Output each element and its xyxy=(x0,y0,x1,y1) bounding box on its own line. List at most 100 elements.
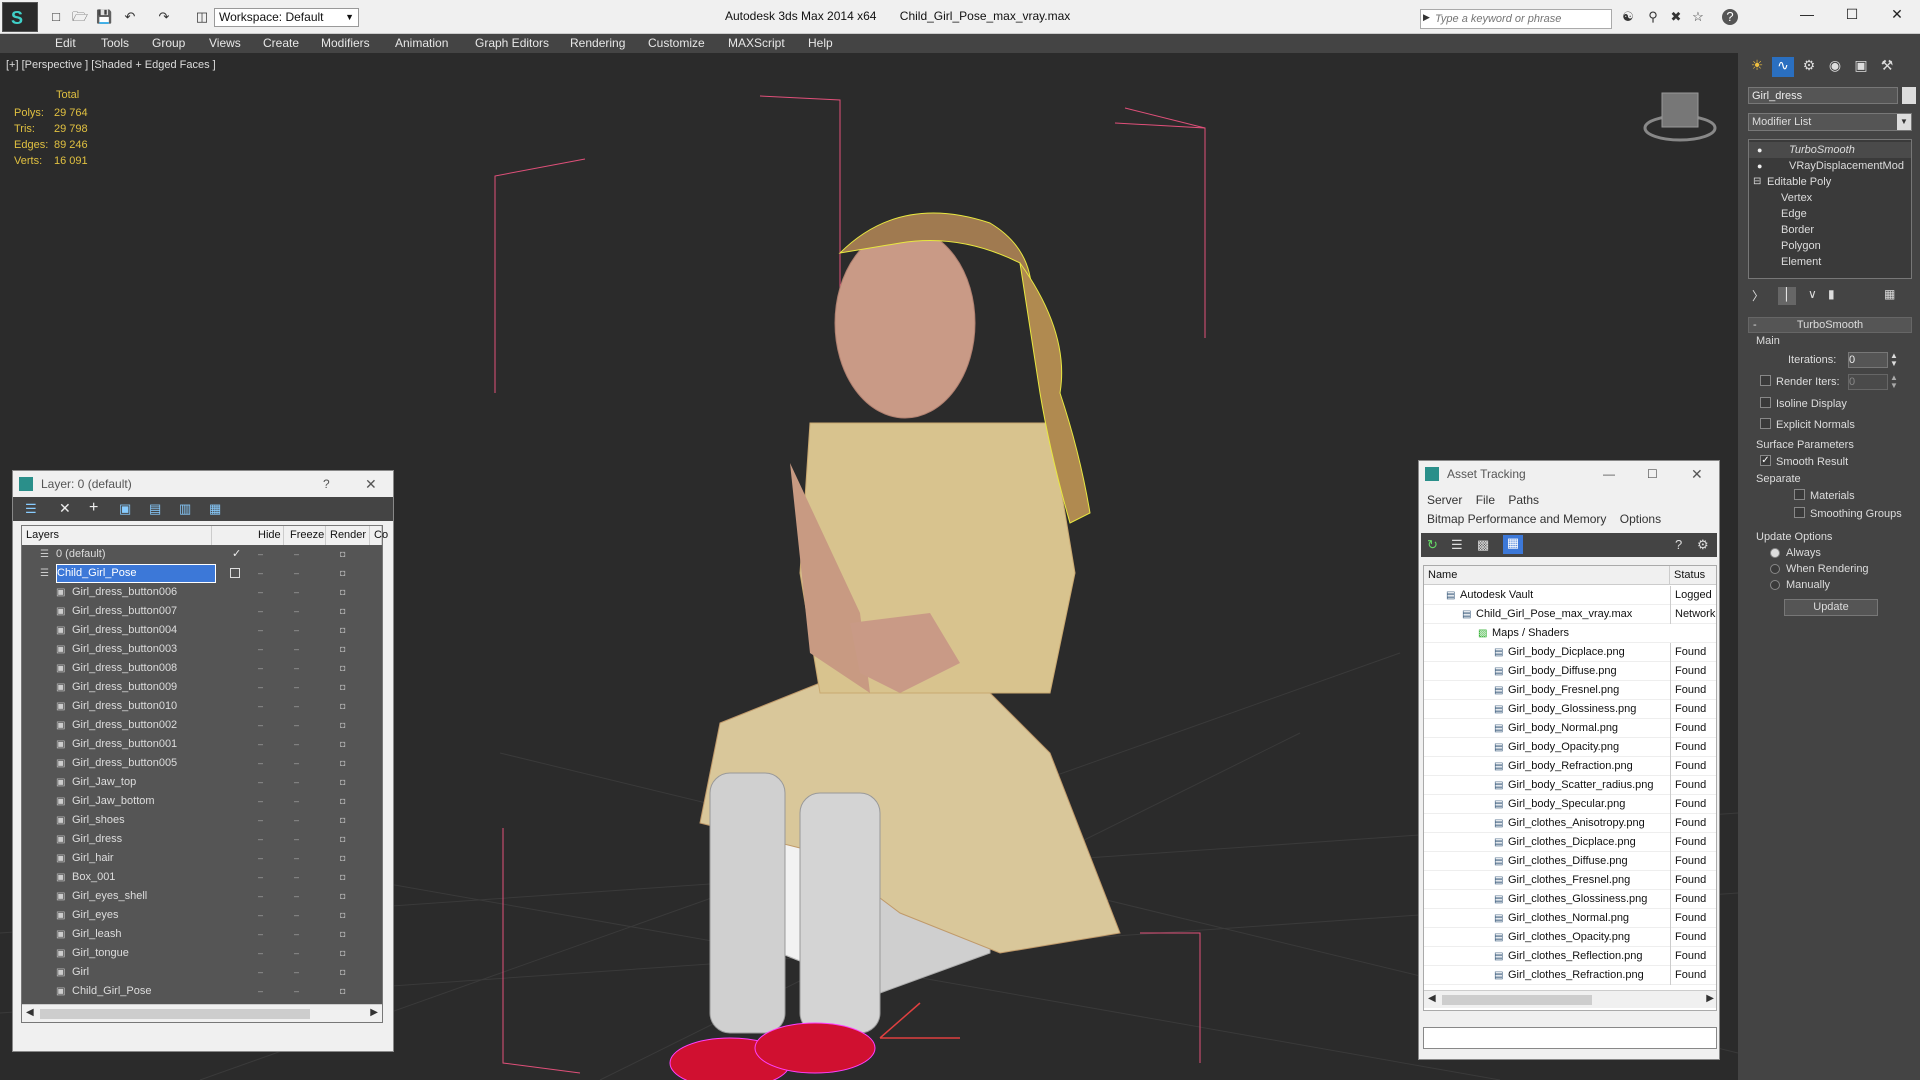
layer-row[interactable]: ▣ Girl_dress_button007 ‒ ‒ ◘ xyxy=(22,602,382,621)
freeze-toggle-icon[interactable]: ‒ xyxy=(294,887,299,906)
render-toggle-icon[interactable]: ◘ xyxy=(340,583,345,602)
asset-row[interactable]: ▤ Girl_body_Normal.png Found xyxy=(1424,719,1716,738)
hide-toggle-icon[interactable]: ‒ xyxy=(258,849,263,868)
app-logo-button[interactable]: S xyxy=(2,2,38,32)
asset-row[interactable]: ▧ Maps / Shaders xyxy=(1424,624,1716,643)
hide-toggle-icon[interactable]: ‒ xyxy=(258,583,263,602)
when-rendering-radio[interactable] xyxy=(1770,564,1780,574)
manually-radio[interactable] xyxy=(1770,580,1780,590)
always-radio[interactable] xyxy=(1770,548,1780,558)
menu-help[interactable]: Help xyxy=(808,36,833,50)
render-toggle-icon[interactable]: ◘ xyxy=(340,754,345,773)
render-toggle-icon[interactable]: ◘ xyxy=(340,811,345,830)
asset-hscroll-thumb[interactable] xyxy=(1442,995,1592,1005)
layer-hscroll[interactable]: ◀ ▶ xyxy=(22,1004,382,1022)
layer-row[interactable]: ▣ Girl_dress_button003 ‒ ‒ ◘ xyxy=(22,640,382,659)
col-hide[interactable]: Hide xyxy=(254,526,284,545)
asset-row[interactable]: ▤ Girl_body_Opacity.png Found xyxy=(1424,738,1716,757)
freeze-toggle-icon[interactable]: ‒ xyxy=(294,716,299,735)
render-toggle-icon[interactable]: ◘ xyxy=(340,621,345,640)
menu-create[interactable]: Create xyxy=(263,36,299,50)
asset-row[interactable]: ▤ Girl_clothes_Glossiness.png Found xyxy=(1424,890,1716,909)
asset-row[interactable]: ▤ Child_Girl_Pose_max_vray.max Network xyxy=(1424,605,1716,624)
asset-row[interactable]: ▤ Girl_clothes_Fresnel.png Found xyxy=(1424,871,1716,890)
hide-toggle-icon[interactable]: ‒ xyxy=(258,792,263,811)
asset-row[interactable]: ▤ Girl_clothes_Refraction.png Found xyxy=(1424,966,1716,985)
freeze-toggle-icon[interactable]: ‒ xyxy=(294,659,299,678)
remove-modifier-icon[interactable]: ▮ xyxy=(1828,287,1835,301)
close-button[interactable]: ✕ xyxy=(1885,6,1909,26)
modifier-list-dropdown[interactable]: Modifier List ▼ xyxy=(1748,113,1912,131)
render-toggle-icon[interactable]: ◘ xyxy=(340,792,345,811)
menu-views[interactable]: Views xyxy=(209,36,241,50)
asset-row[interactable]: ▤ Girl_body_Glossiness.png Found xyxy=(1424,700,1716,719)
modifier-stack-item[interactable]: ● VRayDisplacementMod xyxy=(1749,158,1911,174)
menu-edit[interactable]: Edit xyxy=(55,36,76,50)
asset-help-icon[interactable]: ? xyxy=(1675,537,1682,552)
asset-row[interactable]: ▤ Girl_clothes_Opacity.png Found xyxy=(1424,928,1716,947)
asset-row[interactable]: ▤ Girl_clothes_Anisotropy.png Found xyxy=(1424,814,1716,833)
layer-row[interactable]: ▣ Girl_dress_button008 ‒ ‒ ◘ xyxy=(22,659,382,678)
render-toggle-icon[interactable]: ◘ xyxy=(340,906,345,925)
explicit-normals-checkbox[interactable] xyxy=(1760,418,1771,429)
render-toggle-icon[interactable]: ◘ xyxy=(340,659,345,678)
render-toggle-icon[interactable]: ◘ xyxy=(340,678,345,697)
col-freeze[interactable]: Freeze xyxy=(286,526,326,545)
asset-menu-server[interactable]: Server xyxy=(1427,493,1462,507)
hide-toggle-icon[interactable]: ‒ xyxy=(258,887,263,906)
display-tab-icon[interactable]: ▣ xyxy=(1850,57,1872,77)
render-iters-spinner[interactable] xyxy=(1848,374,1888,390)
materials-checkbox[interactable] xyxy=(1794,489,1805,500)
freeze-toggle-icon[interactable]: ‒ xyxy=(294,640,299,659)
freeze-toggle-icon[interactable]: ‒ xyxy=(294,906,299,925)
rollout-header[interactable]: - TurboSmooth xyxy=(1748,317,1912,333)
layer-row[interactable]: ▣ Child_Girl_Pose ‒ ‒ ◘ xyxy=(22,982,382,1001)
asset-row[interactable]: ▤ Autodesk Vault Logged xyxy=(1424,586,1716,605)
layer-row[interactable]: ▣ Girl_Jaw_bottom ‒ ‒ ◘ xyxy=(22,792,382,811)
update-button[interactable]: Update xyxy=(1784,599,1878,616)
workspace-dropdown[interactable]: Workspace: Default ▼ xyxy=(214,8,359,27)
hide-toggle-icon[interactable]: ‒ xyxy=(258,564,263,583)
layer-row[interactable]: ▣ Girl_dress_button006 ‒ ‒ ◘ xyxy=(22,583,382,602)
connect-icon[interactable]: ✖ xyxy=(1668,9,1684,25)
freeze-toggle-icon[interactable]: ‒ xyxy=(294,564,299,583)
layer-row[interactable]: ▣ Girl_dress_button009 ‒ ‒ ◘ xyxy=(22,678,382,697)
render-iters-checkbox[interactable] xyxy=(1760,375,1771,386)
smoothing-groups-checkbox[interactable] xyxy=(1794,507,1805,518)
binoculars-icon[interactable]: ☯ xyxy=(1620,9,1636,25)
layer-row[interactable]: ▣ Girl_dress_button004 ‒ ‒ ◘ xyxy=(22,621,382,640)
asset-row[interactable]: ▤ Girl_body_Scatter_radius.png Found xyxy=(1424,776,1716,795)
freeze-toggle-icon[interactable]: ‒ xyxy=(294,868,299,887)
layer-row[interactable]: ▣ Girl ‒ ‒ ◘ xyxy=(22,963,382,982)
layer-row[interactable]: ▣ Girl_dress_button001 ‒ ‒ ◘ xyxy=(22,735,382,754)
freeze-toggle-icon[interactable]: ‒ xyxy=(294,982,299,1001)
modify-tab-icon[interactable]: ∿ xyxy=(1772,57,1794,77)
asset-menu-paths[interactable]: Paths xyxy=(1508,493,1539,507)
isoline-checkbox[interactable] xyxy=(1760,397,1771,408)
menu-tools[interactable]: Tools xyxy=(101,36,129,50)
hide-toggle-icon[interactable]: ‒ xyxy=(258,697,263,716)
help-icon[interactable]: ? xyxy=(1722,9,1738,25)
new-file-icon[interactable]: □ xyxy=(48,9,64,25)
freeze-toggle-icon[interactable]: ‒ xyxy=(294,849,299,868)
modifier-stack-item[interactable]: Border xyxy=(1749,222,1911,238)
delete-layer-icon[interactable]: ✕ xyxy=(59,500,71,517)
layer-row[interactable]: ▣ Box_001 ‒ ‒ ◘ xyxy=(22,868,382,887)
modifier-stack-item[interactable]: Polygon xyxy=(1749,238,1911,254)
open-file-icon[interactable]: 🗁 xyxy=(72,9,88,25)
hide-toggle-icon[interactable]: ‒ xyxy=(258,678,263,697)
minimize-button[interactable]: — xyxy=(1795,6,1819,26)
search-input[interactable] xyxy=(1435,11,1609,27)
layer-row[interactable]: ▣ Girl_dress ‒ ‒ ◘ xyxy=(22,830,382,849)
asset-hscroll[interactable]: ◀ ▶ xyxy=(1424,990,1716,1008)
object-color-swatch[interactable] xyxy=(1902,87,1916,104)
col-color[interactable]: Co xyxy=(370,526,388,545)
render-toggle-icon[interactable]: ◘ xyxy=(340,944,345,963)
hide-toggle-icon[interactable]: ‒ xyxy=(258,925,263,944)
list-view-icon[interactable]: ☰ xyxy=(1451,537,1463,553)
hide-toggle-icon[interactable]: ‒ xyxy=(258,868,263,887)
add-to-layer-icon[interactable]: + xyxy=(89,499,98,517)
col-name[interactable]: Name xyxy=(1424,566,1670,585)
layer-row[interactable]: ▣ Girl_tongue ‒ ‒ ◘ xyxy=(22,944,382,963)
favorites-star-icon[interactable]: ☆ xyxy=(1690,9,1706,25)
